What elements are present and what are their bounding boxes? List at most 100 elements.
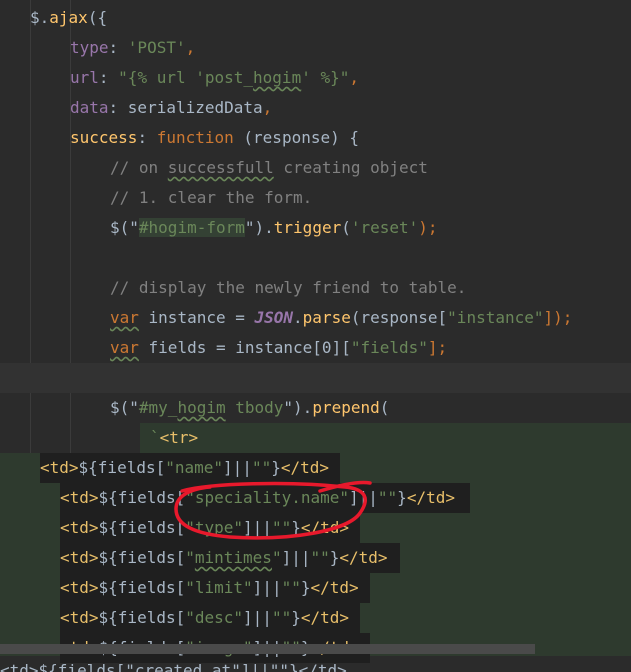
code-token: ]); [543,308,573,327]
code-token: ${fields[ [78,458,166,477]
code-line[interactable]: <td>${fields["name"]||""}</td> [40,453,329,483]
code-token: } [291,608,301,627]
code-token: "desc" [185,608,244,627]
code-token: "speciality.name" [185,488,349,507]
code-token: (response[ [350,308,448,327]
code-token: ` [150,428,160,447]
code-token: "). [244,218,274,237]
code-line[interactable]: // on successfull creating object [110,153,428,183]
code-token: " [271,548,282,567]
code-token: ); [418,218,438,237]
code-line[interactable]: success: function (response) { [70,123,359,153]
code-token: "limit" [185,578,253,597]
code-token: ( [341,218,351,237]
code-token: ({ [87,8,108,27]
code-token: ${fields[ [98,548,186,567]
code-token: <td> [60,518,99,537]
code-token: successfull [167,158,274,177]
code-token: data [70,98,109,117]
code-line[interactable]: data: serializedData, [70,93,272,123]
code-token: ]|| [243,608,272,627]
code-line[interactable]: var fields = instance[0]["fields"]; [110,333,447,363]
code-token: } [291,518,301,537]
template-literal-region [140,423,631,453]
code-token: "fields" [350,338,428,357]
code-token: url [70,68,99,87]
code-token: mintimes [194,548,272,567]
code-line[interactable]: <td>${fields["desc"]||""}</td> [60,603,349,633]
code-token: #hogim-form [138,218,245,237]
code-token: </td> [310,578,359,597]
code-token: // 1. clear the form. [110,188,313,207]
code-token: ${fields[ [98,518,186,537]
code-token: hogim [177,398,226,417]
code-token: creating object [273,158,428,177]
code-token: ${fields[ [98,608,186,627]
code-token: "instance" [447,308,544,327]
code-token: </td> [280,458,330,477]
code-token: ]|| [281,548,311,567]
code-token: " [185,548,195,567]
code-token: "{% url 'post_ [118,68,254,87]
code-token: ajax [49,8,88,27]
code-token: } [271,458,281,477]
code-token: </td> [300,608,350,627]
code-token: "" [271,518,292,537]
code-line[interactable]: <td>${fields["type"]||""}</td> [60,513,349,543]
code-token: <td> [60,608,99,627]
code-editor[interactable]: $.ajax({ type: 'POST', url: "{% url 'pos… [0,0,631,672]
code-token: } [397,488,407,507]
code-token: <tr> [159,428,199,447]
code-token: </td> [406,488,455,507]
code-token: fields = instance[0][ [138,338,351,357]
code-token: "" [377,488,398,507]
code-line[interactable]: <td>${fields["mintimes"]||""}</td> [60,543,388,573]
code-token: 'reset' [350,218,419,237]
code-token: function [156,128,234,147]
code-token: var [110,338,139,357]
code-token: "" [251,458,272,477]
code-line[interactable]: $("#my_hogim tbody").prepend( [110,393,389,423]
horizontal-scrollbar[interactable] [0,644,535,654]
code-line[interactable]: `<tr> [150,423,198,453]
code-token: "" [310,548,330,567]
code-token: "" [281,578,301,597]
code-token: . [293,308,303,327]
code-token: ]|| [223,458,252,477]
code-token: $(" [110,218,139,237]
code-line[interactable]: <td>${fields["limit"]||""}</td> [60,573,359,603]
code-token: (response) { [243,128,359,147]
code-line[interactable]: // display the newly friend to table. [110,273,466,303]
code-token: tbody [225,398,284,417]
code-line[interactable]: type: 'POST', [70,33,195,63]
code-token: hogim [253,68,302,87]
code-token: ]|| [243,518,272,537]
code-line-partial[interactable]: <td>${fields["created_at"]||""}</td> [0,656,631,672]
code-line[interactable]: $("#hogim-form").trigger('reset'); [110,213,438,243]
code-token: <td> [40,458,79,477]
code-token: serializedData [127,98,263,117]
code-token: "name" [165,458,224,477]
code-line[interactable]: $.ajax({ [30,3,107,33]
code-token: $(" [110,398,139,417]
code-token: </td> [300,518,350,537]
code-token: $ [30,8,40,27]
code-token: "type" [185,518,244,537]
code-token: JSON [254,308,294,327]
code-line[interactable]: // 1. clear the form. [110,183,312,213]
code-token: ]|| [252,578,282,597]
code-token: #my_ [138,398,178,417]
code-token: } [329,548,340,567]
code-token: ]; [427,338,448,357]
code-token: <td> [60,578,99,597]
code-token: // display the newly friend to table. [110,278,467,297]
code-token: </td> [339,548,388,567]
code-token: <td> [60,488,99,507]
code-token: success [70,128,138,147]
code-token: 'POST' [127,38,186,57]
code-line[interactable]: url: "{% url 'post_hogim' %}", [70,63,359,93]
code-line[interactable]: var instance = JSON.parse(response["inst… [110,303,572,333]
code-line[interactable]: <td>${fields["speciality.name"]||""}</td… [60,483,455,513]
code-token: // on [110,158,168,177]
code-token: parse [302,308,351,327]
